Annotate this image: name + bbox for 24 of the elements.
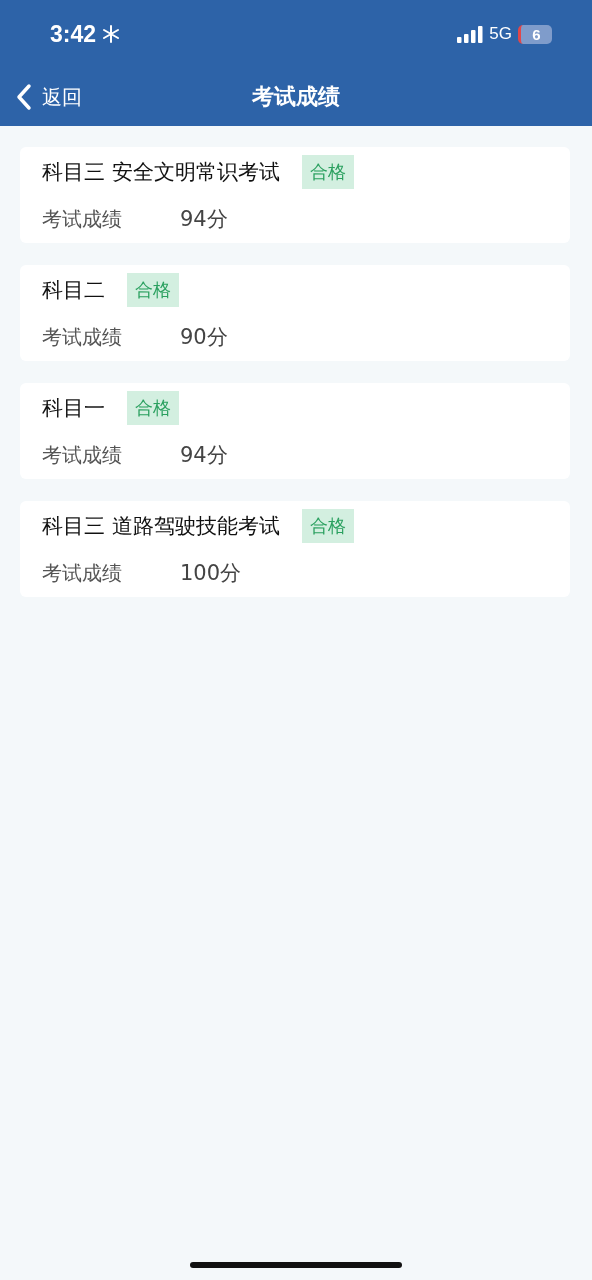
status-tag: 合格 (301, 155, 354, 189)
score-value: 100分 (180, 560, 242, 587)
score-label: 考试成绩 (42, 559, 123, 587)
score-label: 考试成绩 (42, 205, 123, 233)
subject-name: 科目一 (42, 395, 105, 422)
subject-name: 科目三 道路驾驶技能考试 (42, 513, 280, 540)
network-label: 5G (489, 24, 512, 44)
battery-icon: 6 (518, 24, 552, 44)
signal-icon (457, 25, 484, 43)
status-tag: 合格 (127, 273, 179, 307)
subject-name: 科目三 安全文明常识考试 (42, 159, 280, 186)
score-label: 考试成绩 (42, 323, 123, 351)
status-tag: 合格 (127, 391, 179, 425)
snowflake-icon (102, 25, 121, 43)
status-time: 3:42 (50, 20, 97, 48)
score-value: 94分 (180, 206, 228, 233)
score-label: 考试成绩 (42, 441, 123, 469)
subject-name: 科目二 (42, 277, 105, 304)
chevron-left-icon (16, 83, 32, 111)
back-button[interactable]: 返回 (16, 83, 82, 111)
status-tag: 合格 (301, 509, 354, 543)
score-value: 90分 (180, 324, 228, 351)
score-value: 94分 (180, 442, 228, 469)
page-title: 考试成绩 (252, 83, 340, 111)
